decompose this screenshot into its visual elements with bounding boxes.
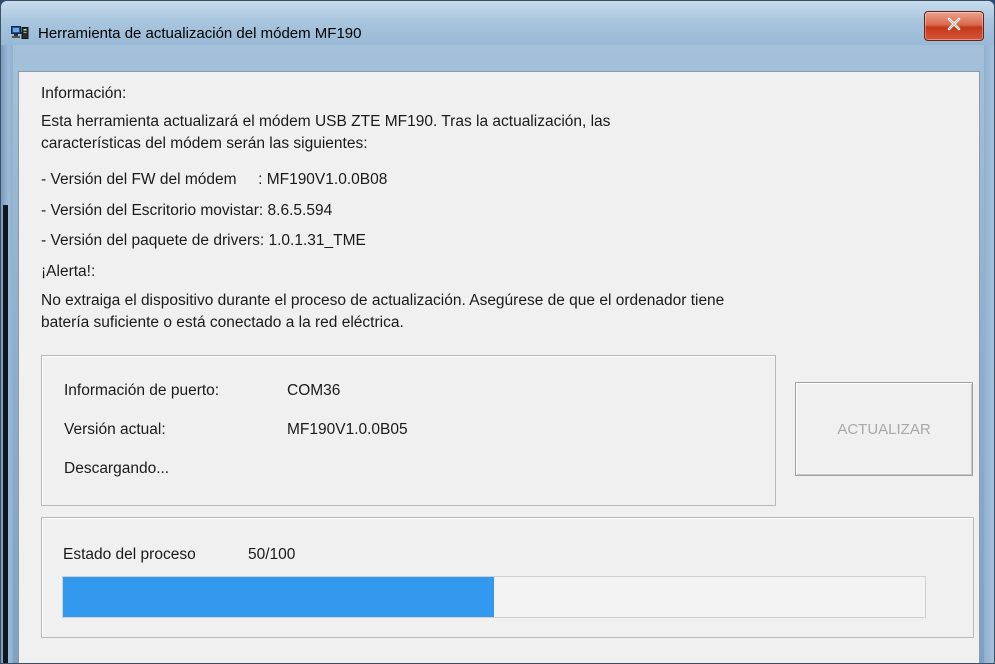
modem-computer-icon xyxy=(11,25,31,41)
port-value: COM36 xyxy=(287,382,341,399)
title-bar[interactable]: Herramienta de actualización del módem M… xyxy=(1,1,994,45)
info-description-line2: características del módem serán las sigu… xyxy=(41,135,368,152)
window-left-border xyxy=(1,45,13,663)
driver-version-text: - Versión del paquete de drivers: 1.0.1.… xyxy=(41,232,366,249)
port-info-box: Información de puerto: COM36 Versión act… xyxy=(41,355,776,506)
progress-bar-fill xyxy=(63,577,494,617)
window-title: Herramienta de actualización del módem M… xyxy=(38,25,362,42)
fw-version-text: - Versión del FW del módem : MF190V1.0.0… xyxy=(41,171,388,188)
alert-heading: ¡Alerta!: xyxy=(41,263,96,280)
process-status-value: 50/100 xyxy=(248,546,296,563)
desktop-version-text: - Versión del Escritorio movistar: 8.6.5… xyxy=(41,202,333,219)
update-button[interactable]: ACTUALIZAR xyxy=(795,382,973,476)
current-version-value: MF190V1.0.0B05 xyxy=(287,421,408,438)
alert-message-line2: batería suficiente o está conectado a la… xyxy=(41,314,404,331)
download-status-text: Descargando... xyxy=(64,460,170,477)
close-button[interactable] xyxy=(924,11,984,41)
info-description-line1: Esta herramienta actualizará el módem US… xyxy=(41,113,611,130)
window-right-border xyxy=(984,45,994,663)
port-label: Información de puerto: xyxy=(64,382,220,399)
process-status-label: Estado del proceso xyxy=(63,546,196,563)
close-icon xyxy=(947,17,961,36)
updater-window: Herramienta de actualización del módem M… xyxy=(0,0,995,664)
current-version-label: Versión actual: xyxy=(64,421,166,438)
dialog-body: Información: Esta herramienta actualizar… xyxy=(18,71,980,663)
alert-message-line1: No extraiga el dispositivo durante el pr… xyxy=(41,292,725,309)
progress-bar xyxy=(62,576,926,618)
info-heading: Información: xyxy=(41,85,127,102)
